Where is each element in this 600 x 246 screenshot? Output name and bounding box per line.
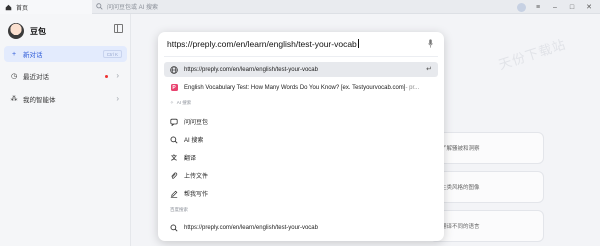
- suggestion-suffix: - pr...: [405, 84, 420, 91]
- sidebar-item-my-agents[interactable]: ⁂ 我的智能体 ›: [4, 91, 127, 107]
- action-upload-file[interactable]: 上传文件: [164, 168, 438, 183]
- section-label: AI 搜索: [176, 100, 192, 105]
- shortcut-badge: Ctrl K: [102, 50, 122, 58]
- action-ask-doubao[interactable]: 问问豆包: [164, 114, 438, 129]
- pen-icon: [170, 190, 178, 198]
- window-controls: ≡ – □ ✕: [517, 0, 600, 14]
- suggestion-card[interactable]: 翻译不同的语言: [430, 210, 544, 242]
- suggestion-card[interactable]: 生类风格的图像: [430, 171, 544, 203]
- enter-key-icon: ↵: [426, 66, 432, 73]
- preply-favicon-icon: P: [170, 84, 178, 91]
- sidebar-item-label: 我的智能体: [23, 97, 56, 104]
- home-icon: [5, 4, 12, 10]
- ai-sparkle-icon: ✧: [170, 100, 174, 105]
- suggestion-page[interactable]: P English Vocabulary Test: How Many Word…: [164, 80, 438, 95]
- omnibox-input[interactable]: https://preply.com/en/learn/english/test…: [167, 39, 359, 49]
- search-icon: [170, 136, 178, 144]
- divider: [164, 56, 438, 57]
- tab-home-label: 首页: [16, 5, 29, 12]
- sidebar-toggle-icon[interactable]: [114, 24, 123, 33]
- action-label: 帮我写作: [184, 192, 209, 198]
- microphone-icon[interactable]: [428, 39, 433, 48]
- sidebar-item-new-chat[interactable]: + 新对话 Ctrl K: [4, 46, 127, 62]
- top-bar: 首页 问问豆包或 AI 搜索 ≡ – □ ✕: [0, 0, 600, 14]
- chevron-right-icon: ›: [116, 71, 119, 80]
- sidebar-item-recent[interactable]: ◷ 最近对话 ›: [4, 68, 127, 84]
- translate-icon: 文: [170, 156, 177, 162]
- card-label: 生类风格的图像: [441, 185, 480, 191]
- globe-icon: [170, 65, 178, 74]
- text-caret: [357, 39, 359, 48]
- close-icon[interactable]: ✕: [584, 2, 594, 12]
- action-label: AI 搜索: [184, 138, 204, 144]
- section-ai-search: ✧ AI 搜索: [170, 100, 191, 106]
- suggestion-text: https://preply.com/en/learn/english/test…: [184, 224, 318, 231]
- omnibox-dropdown: https://preply.com/en/learn/english/test…: [158, 32, 444, 241]
- action-ai-search[interactable]: AI 搜索: [164, 132, 438, 147]
- avatar: [8, 23, 24, 39]
- tab-home[interactable]: 首页: [0, 0, 92, 14]
- action-translate[interactable]: 文 翻译: [164, 150, 438, 165]
- download-icon[interactable]: [517, 2, 526, 12]
- section-web-search: 百度搜索: [170, 207, 188, 213]
- action-label: 翻译: [184, 156, 197, 162]
- search-icon: [96, 3, 103, 10]
- sidebar: 豆包 + 新对话 Ctrl K ◷ 最近对话 › ⁂ 我的智能体 ›: [0, 14, 131, 246]
- clock-icon: ◷: [10, 73, 18, 80]
- paperclip-icon: [170, 172, 178, 180]
- card-label: 翻译不同的语言: [441, 224, 480, 230]
- menu-icon[interactable]: ≡: [533, 2, 543, 12]
- minimize-icon[interactable]: –: [550, 2, 560, 12]
- brand: 豆包: [8, 23, 46, 39]
- plus-icon: +: [11, 50, 17, 58]
- action-label: 问问豆包: [184, 120, 209, 126]
- section-label: 百度搜索: [170, 207, 188, 212]
- sidebar-item-label: 最近对话: [23, 74, 49, 81]
- web-search-suggestion[interactable]: https://preply.com/en/learn/english/test…: [164, 220, 438, 235]
- maximize-icon[interactable]: □: [567, 2, 577, 12]
- chevron-right-icon: ›: [116, 94, 119, 103]
- action-label: 上传文件: [184, 174, 209, 180]
- card-label: 了解骚被和洞察: [441, 146, 480, 152]
- address-placeholder: 问问豆包或 AI 搜索: [107, 5, 159, 11]
- suggestion-url[interactable]: https://preply.com/en/learn/english/test…: [164, 62, 438, 77]
- sidebar-item-label: 新对话: [23, 52, 43, 59]
- suggestion-text: https://preply.com/en/learn/english/test…: [184, 66, 318, 73]
- agents-icon: ⁂: [10, 96, 18, 103]
- brand-name: 豆包: [30, 26, 46, 36]
- suggestion-card[interactable]: 了解骚被和洞察: [430, 132, 544, 164]
- suggestion-text: English Vocabulary Test: How Many Words …: [184, 84, 406, 91]
- notification-dot: [105, 75, 108, 78]
- address-bar[interactable]: 问问豆包或 AI 搜索: [96, 1, 296, 12]
- search-icon: [170, 224, 178, 232]
- chat-icon: [170, 118, 178, 126]
- omnibox-input-value: https://preply.com/en/learn/english/test…: [167, 39, 357, 49]
- action-help-write[interactable]: 帮我写作: [164, 186, 438, 201]
